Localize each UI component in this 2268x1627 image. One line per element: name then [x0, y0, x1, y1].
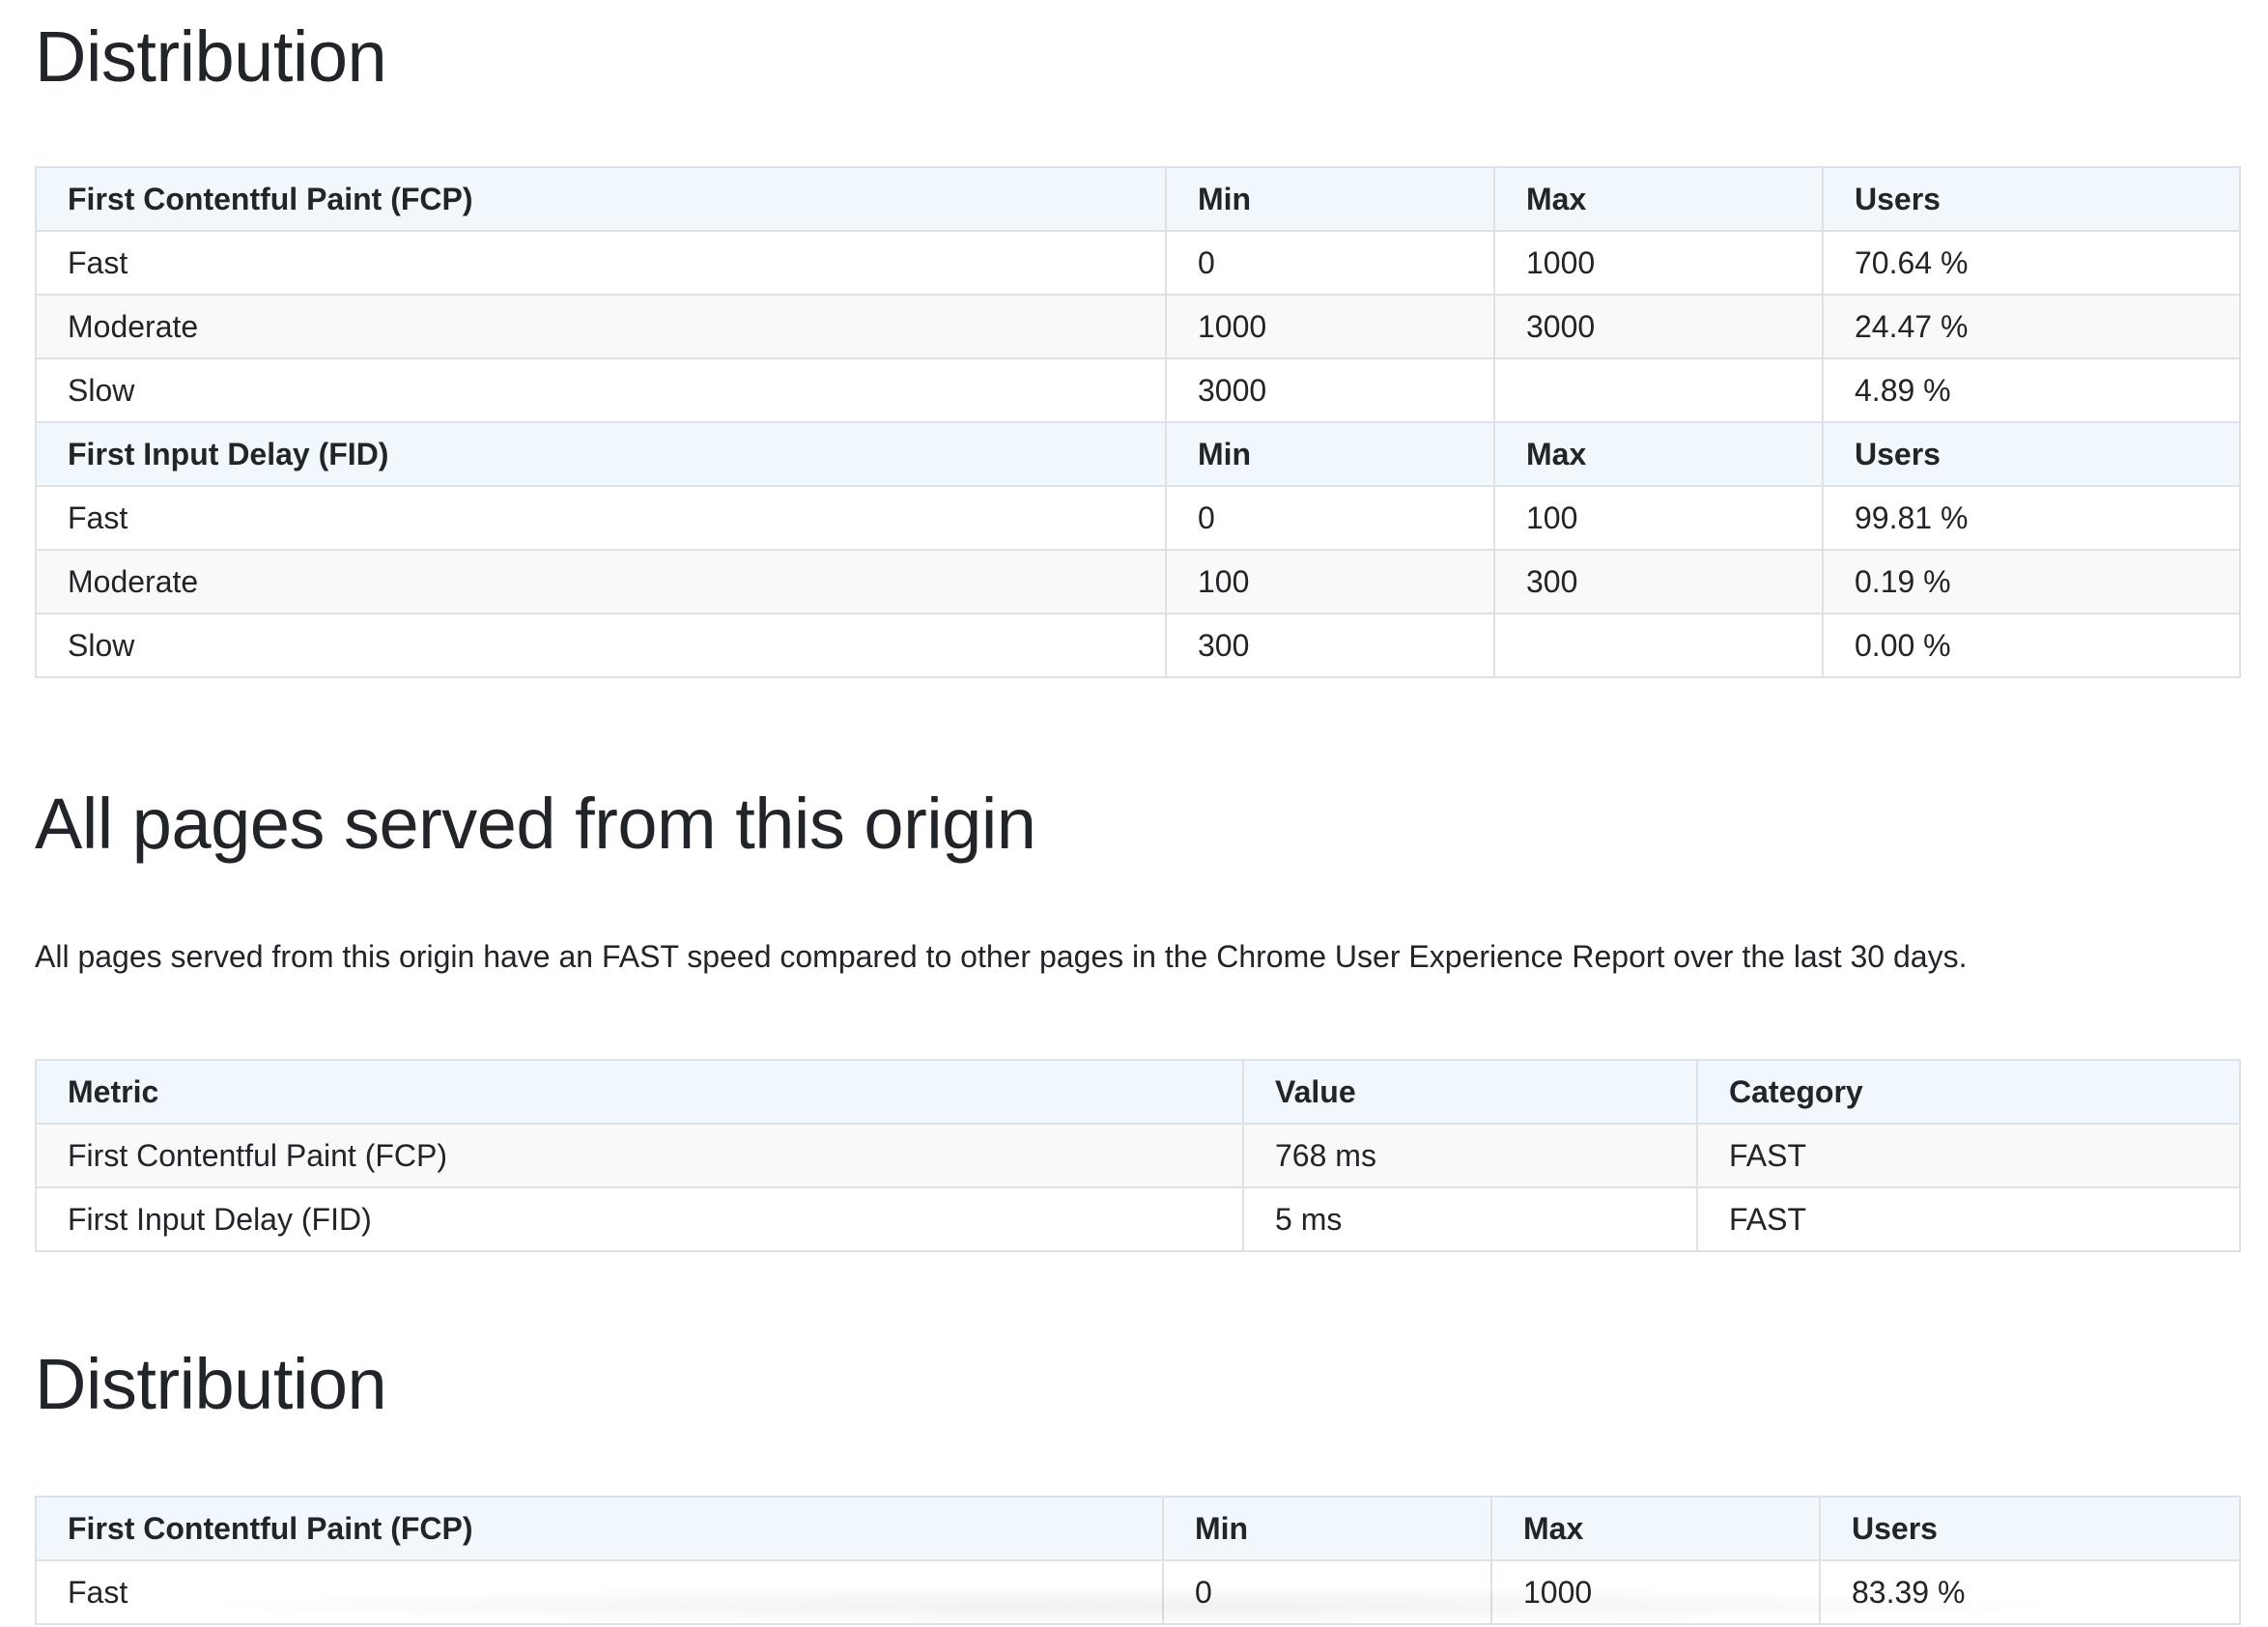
min-cell: 3000: [1165, 357, 1495, 423]
distribution-header-row: First Input Delay (FID) Min Max Users: [35, 421, 2241, 487]
category-cell: FAST: [1696, 1123, 2241, 1188]
distribution-header-row: First Contentful Paint (FCP) Min Max Users: [35, 1496, 2241, 1561]
users-cell: 0.19 %: [1822, 549, 2241, 614]
category-cell: FAST: [1696, 1186, 2241, 1252]
max-cell: 1000: [1493, 230, 1824, 296]
table-row: First Input Delay (FID) 5 ms FAST: [35, 1186, 2241, 1252]
max-cell: [1493, 357, 1824, 423]
value-cell: 768 ms: [1242, 1123, 1698, 1188]
max-cell: 100: [1493, 485, 1824, 551]
distribution-table-1-body: First Contentful Paint (FCP) Min Max Users F…: [35, 166, 2241, 678]
label-cell: Fast: [35, 485, 1167, 551]
column-header-users: Users: [1822, 166, 2241, 232]
origin-metrics-header-row: Metric Value Category: [35, 1059, 2241, 1125]
label-cell: Moderate: [35, 294, 1167, 359]
distribution-table-1: First Contentful Paint (FCP) Min Max Users F…: [35, 166, 2241, 678]
table-row: Moderate 1000 3000 24.47 %: [35, 294, 2241, 359]
column-header-users: Users: [1822, 421, 2241, 487]
min-cell: 100: [1165, 549, 1495, 614]
distribution-table-2-body: First Contentful Paint (FCP) Min Max Users F…: [35, 1496, 2241, 1625]
distribution-header-row: First Contentful Paint (FCP) Min Max Users: [35, 166, 2241, 232]
column-header-category: Category: [1696, 1059, 2241, 1125]
column-header-metric: Metric: [35, 1059, 1244, 1125]
column-header-min: Min: [1162, 1496, 1492, 1561]
table-row: Fast 0 1000 83.39 %: [35, 1559, 2241, 1625]
label-cell: Fast: [35, 1559, 1164, 1625]
origin-description: All pages served from this origin have a…: [35, 939, 1968, 974]
min-cell: 0: [1165, 230, 1495, 296]
metric-cell: First Contentful Paint (FCP): [35, 1123, 1244, 1188]
users-cell: 4.89 %: [1822, 357, 2241, 423]
table-row: Moderate 100 300 0.19 %: [35, 549, 2241, 614]
column-header-min: Min: [1165, 166, 1495, 232]
column-header-label: First Input Delay (FID): [35, 421, 1167, 487]
min-cell: 0: [1162, 1559, 1492, 1625]
column-header-users: Users: [1819, 1496, 2241, 1561]
column-header-value: Value: [1242, 1059, 1698, 1125]
min-cell: 1000: [1165, 294, 1495, 359]
users-cell: 70.64 %: [1822, 230, 2241, 296]
table-row: Slow 3000 4.89 %: [35, 357, 2241, 423]
column-header-min: Min: [1165, 421, 1495, 487]
min-cell: 0: [1165, 485, 1495, 551]
distribution-table-2: First Contentful Paint (FCP) Min Max Users F…: [35, 1496, 2241, 1625]
label-cell: Fast: [35, 230, 1167, 296]
label-cell: Slow: [35, 613, 1167, 678]
table-row: First Contentful Paint (FCP) 768 ms FAST: [35, 1123, 2241, 1188]
column-header-max: Max: [1493, 166, 1824, 232]
column-header-max: Max: [1493, 421, 1824, 487]
column-header-max: Max: [1490, 1496, 1821, 1561]
min-cell: 300: [1165, 613, 1495, 678]
origin-metrics-table: Metric Value Category First Contentful P…: [35, 1059, 2241, 1252]
users-cell: 99.81 %: [1822, 485, 2241, 551]
label-cell: Slow: [35, 357, 1167, 423]
max-cell: 300: [1493, 549, 1824, 614]
max-cell: 3000: [1493, 294, 1824, 359]
distribution-heading-origin-1: Distribution: [35, 16, 387, 97]
table-row: Fast 0 1000 70.64 %: [35, 230, 2241, 296]
label-cell: Moderate: [35, 549, 1167, 614]
origin-heading: All pages served from this origin: [35, 784, 1036, 864]
max-cell: [1493, 613, 1824, 678]
metric-cell: First Input Delay (FID): [35, 1186, 1244, 1252]
table-row: Slow 300 0.00 %: [35, 613, 2241, 678]
users-cell: 83.39 %: [1819, 1559, 2241, 1625]
value-cell: 5 ms: [1242, 1186, 1698, 1252]
users-cell: 0.00 %: [1822, 613, 2241, 678]
users-cell: 24.47 %: [1822, 294, 2241, 359]
column-header-label: First Contentful Paint (FCP): [35, 166, 1167, 232]
table-row: Fast 0 100 99.81 %: [35, 485, 2241, 551]
max-cell: 1000: [1490, 1559, 1821, 1625]
distribution-heading-origin-2: Distribution: [35, 1344, 387, 1424]
column-header-label: First Contentful Paint (FCP): [35, 1496, 1164, 1561]
